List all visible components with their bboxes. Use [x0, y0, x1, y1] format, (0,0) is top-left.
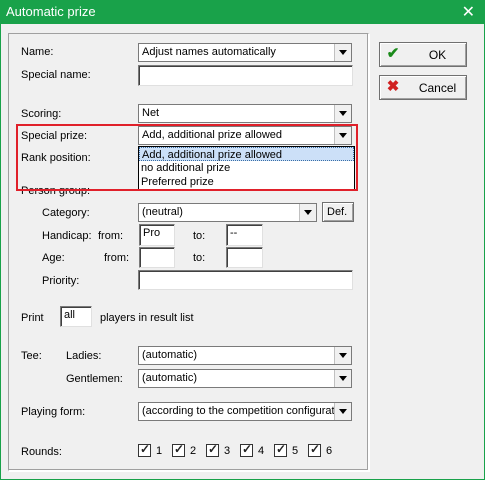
age-to-label: to:	[193, 252, 206, 264]
def-button[interactable]: Def.	[322, 202, 354, 222]
handicap-from-input[interactable]: Pro	[139, 224, 175, 246]
ok-button-label: OK	[428, 48, 447, 62]
ok-button[interactable]: ✔ OK	[379, 42, 467, 67]
category-value: (neutral)	[142, 206, 183, 218]
scoring-combo[interactable]: Net	[138, 104, 352, 123]
print-count-input[interactable]: all	[60, 306, 92, 327]
scoring-label: Scoring:	[21, 108, 62, 120]
tee-ladies-combo[interactable]: (automatic)	[138, 346, 352, 365]
rounds-label: Rounds:	[21, 446, 62, 458]
round-number: 2	[190, 445, 197, 457]
handicap-from-label: from:	[98, 230, 124, 242]
def-button-label: Def.	[327, 206, 348, 218]
round-number: 5	[292, 445, 299, 457]
name-label: Name:	[21, 46, 54, 58]
chevron-down-icon[interactable]	[334, 370, 351, 387]
special-name-input[interactable]	[138, 65, 353, 86]
round-number: 1	[156, 445, 163, 457]
name-value: Adjust names automatically	[142, 46, 276, 58]
category-combo[interactable]: (neutral)	[138, 203, 317, 222]
tee-label: Tee:	[21, 350, 42, 362]
handicap-to-label: to:	[193, 230, 206, 242]
window-title: Automatic prize	[6, 4, 96, 19]
round-checkbox[interactable]	[240, 442, 253, 457]
cancel-button-label: Cancel	[418, 81, 457, 95]
age-from-input[interactable]	[139, 247, 175, 268]
playing-form-value: (according to the competition configurat…	[142, 405, 338, 417]
cancel-button[interactable]: ✖ Cancel	[379, 75, 467, 100]
players-in-result-label: players in result list	[100, 312, 194, 324]
round-number: 4	[258, 445, 265, 457]
playing-form-combo[interactable]: (according to the competition configurat…	[138, 402, 352, 421]
cross-icon: ✖	[386, 78, 400, 95]
playing-form-label: Playing form:	[21, 406, 86, 418]
priority-label: Priority:	[42, 275, 80, 287]
round-checkbox[interactable]	[172, 442, 185, 457]
age-from-label: from:	[104, 252, 130, 264]
handicap-label: Handicap:	[42, 230, 92, 242]
round-checkbox[interactable]	[274, 442, 287, 457]
tee-ladies-value: (automatic)	[142, 349, 198, 361]
highlight-box	[16, 124, 358, 191]
chevron-down-icon[interactable]	[299, 204, 316, 221]
gentlemen-label: Gentlemen:	[66, 373, 123, 385]
chevron-down-icon[interactable]	[334, 347, 351, 364]
chevron-down-icon[interactable]	[334, 403, 351, 420]
round-number: 3	[224, 445, 231, 457]
close-icon[interactable]: ✕	[462, 2, 475, 22]
priority-input[interactable]	[138, 270, 353, 290]
round-checkbox[interactable]	[206, 442, 219, 457]
chevron-down-icon[interactable]	[334, 44, 351, 61]
title-bar: Automatic prize ✕	[0, 0, 485, 24]
tee-gentlemen-combo[interactable]: (automatic)	[138, 369, 352, 388]
checkmark-icon: ✔	[386, 45, 400, 62]
ladies-label: Ladies:	[66, 350, 102, 362]
age-to-input[interactable]	[226, 247, 263, 268]
print-label: Print	[21, 312, 44, 324]
age-label: Age:	[42, 252, 65, 264]
handicap-to-input[interactable]: --	[226, 224, 263, 246]
special-name-label: Special name:	[21, 69, 91, 81]
chevron-down-icon[interactable]	[334, 105, 351, 122]
category-label: Category:	[42, 207, 90, 219]
round-checkbox[interactable]	[138, 442, 151, 457]
round-checkbox[interactable]	[308, 442, 321, 457]
tee-gentlemen-value: (automatic)	[142, 372, 198, 384]
scoring-value: Net	[142, 107, 160, 119]
round-number: 6	[326, 445, 333, 457]
name-combo[interactable]: Adjust names automatically	[138, 43, 352, 62]
